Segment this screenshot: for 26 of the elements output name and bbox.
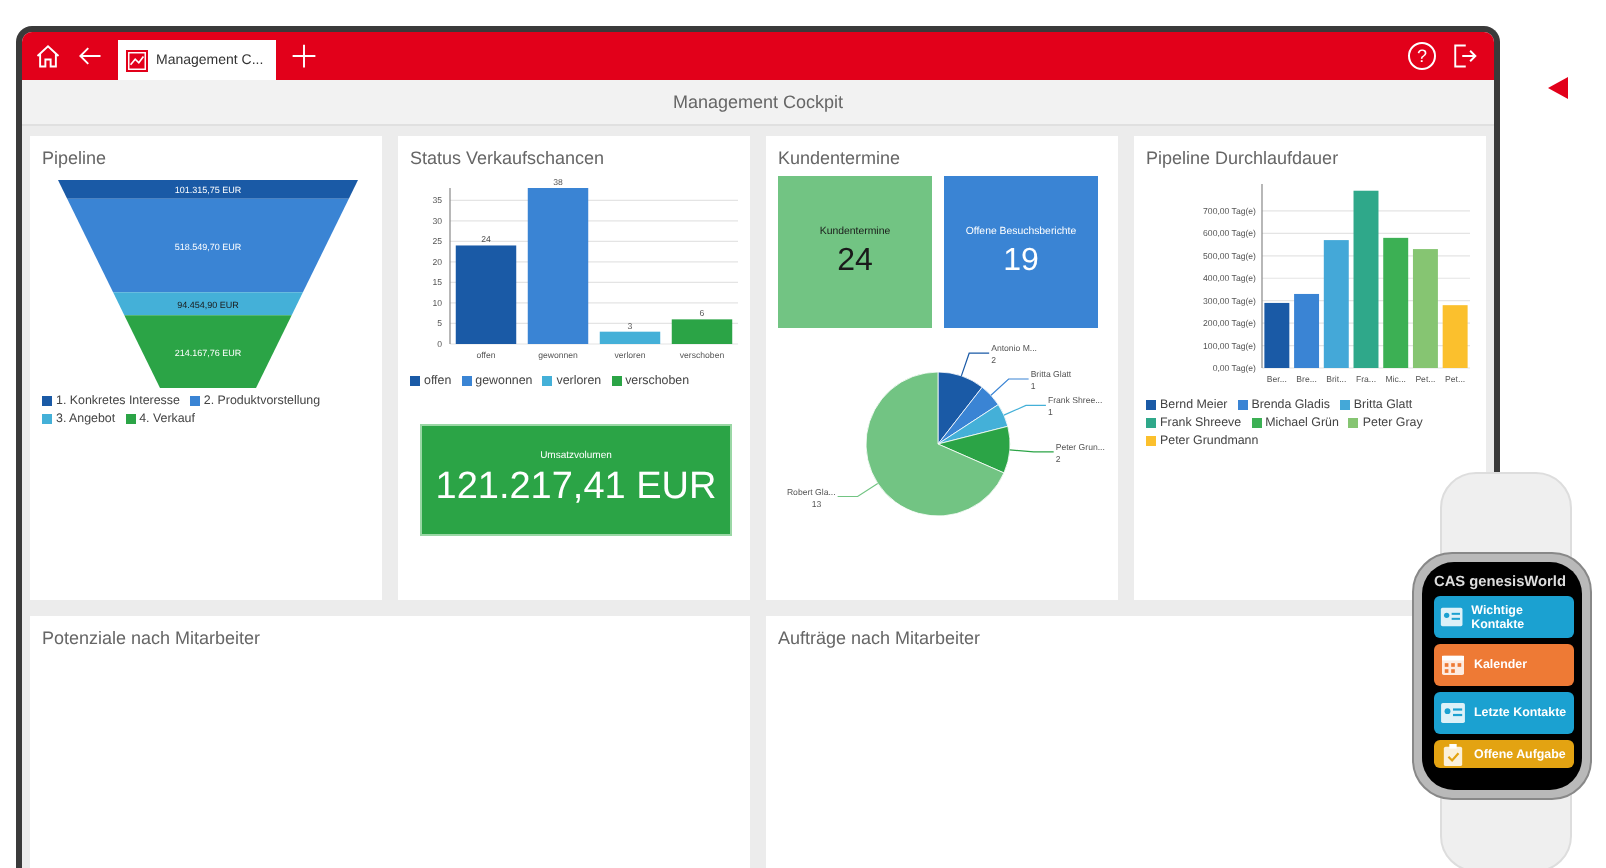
leader-line <box>960 352 990 377</box>
leader-line <box>990 378 1030 396</box>
tile-value: 24 <box>837 243 873 279</box>
help-button[interactable]: ? <box>1408 42 1436 70</box>
chart-icon <box>126 49 148 71</box>
card-title: Status Verkaufschancen <box>410 148 605 168</box>
clipboard-icon <box>1440 743 1466 765</box>
card-title: Pipeline Durchlaufdauer <box>1146 148 1339 168</box>
card-title: Potenziale nach Mitarbeiter <box>42 628 261 648</box>
plus-icon[interactable] <box>289 42 318 70</box>
leader-line <box>837 482 879 498</box>
leader-line <box>1003 404 1047 416</box>
triangle-icon <box>1546 76 1570 100</box>
back-arrow-icon[interactable] <box>76 42 104 70</box>
calendar-icon <box>1440 654 1466 676</box>
home-icon[interactable] <box>34 42 62 70</box>
page-title: Management Cockpit <box>672 92 844 112</box>
leader-line <box>1009 449 1055 453</box>
contact-card-icon <box>1440 606 1464 628</box>
card-title: Aufträge nach Mitarbeiter <box>778 628 981 648</box>
contact-card-icon <box>1440 702 1466 724</box>
kpi-value: 121.217,41 EUR <box>435 466 717 510</box>
card-title: Pipeline <box>42 148 107 168</box>
tile-value: 19 <box>1003 243 1039 279</box>
exit-icon[interactable] <box>1450 42 1478 70</box>
card-title: Kundentermine <box>778 148 901 168</box>
